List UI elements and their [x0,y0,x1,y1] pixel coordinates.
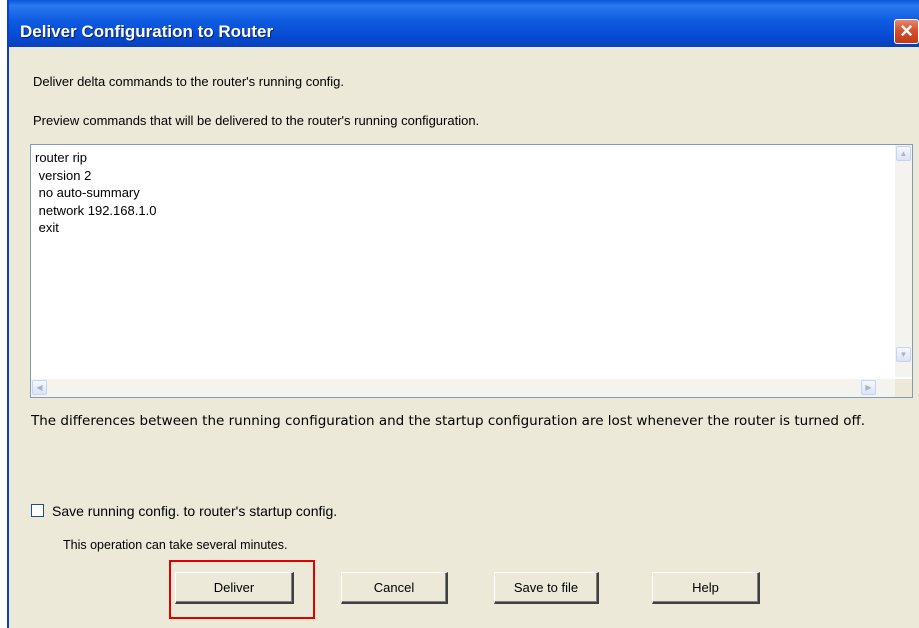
dialog-title: Deliver Configuration to Router [20,22,274,41]
dialog-window: Deliver Configuration to Router × Delive… [0,0,919,628]
command-line: network 192.168.1.0 [35,202,157,218]
scroll-left-icon[interactable]: ◀ [32,380,47,395]
close-icon[interactable]: × [894,19,919,44]
horizontal-scrollbar[interactable]: ◀ ▶ [31,379,895,397]
scrollbar-corner [895,379,912,397]
operation-note: This operation can take several minutes. [63,538,288,552]
save-startup-checkbox[interactable] [31,504,44,517]
preview-label: Preview commands that will be delivered … [33,113,480,128]
scroll-up-icon[interactable]: ▲ [896,146,911,161]
scroll-right-icon[interactable]: ▶ [861,380,876,395]
info-text: The differences between the running conf… [31,413,866,429]
window-left-edge [0,0,9,628]
description-text: Deliver delta commands to the router's r… [33,74,345,89]
help-button[interactable]: Help [652,572,760,604]
title-bar: Deliver Configuration to Router × [0,0,919,47]
scroll-down-icon[interactable]: ▼ [896,347,911,362]
deliver-button[interactable]: Deliver [175,572,294,604]
save-startup-label[interactable]: Save running config. to router's startup… [52,503,337,519]
save-to-file-button[interactable]: Save to file [494,572,599,604]
preview-commands-textarea[interactable]: router rip version 2 no auto-summary net… [30,144,913,398]
command-line: version 2 [35,167,92,183]
cancel-button[interactable]: Cancel [341,572,448,604]
command-line: no auto-summary [35,185,140,200]
preview-commands-content: router rip version 2 no auto-summary net… [35,149,156,237]
command-line: exit [35,220,59,235]
vertical-scrollbar[interactable]: ▲ ▼ [895,145,912,377]
command-line: router rip [35,150,88,165]
